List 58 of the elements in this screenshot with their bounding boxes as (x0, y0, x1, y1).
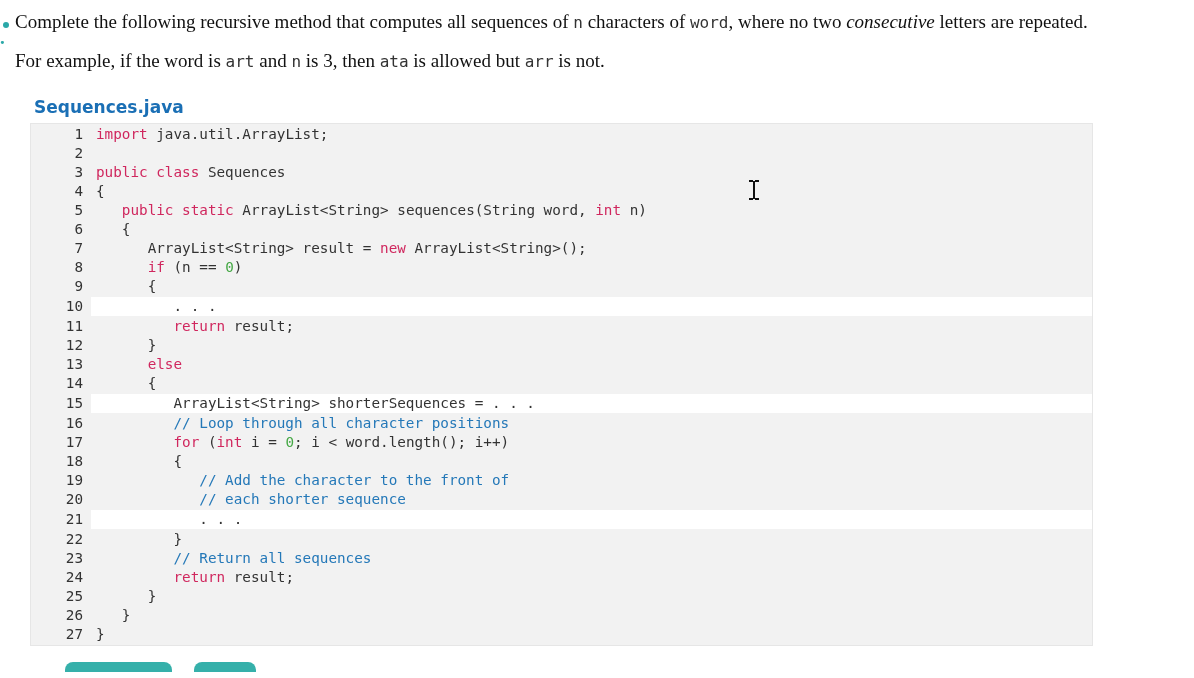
code-line: public class Sequences (95, 163, 286, 183)
line-number: 14 (64, 374, 83, 394)
line-number: 24 (64, 568, 83, 588)
line-number: 26 (64, 606, 83, 626)
code-line: import java.util.ArrayList; (95, 125, 329, 145)
code-line: { (146, 277, 157, 297)
code-line: { (172, 452, 183, 472)
line-number: 1 (73, 125, 83, 145)
question-text: Complete the following recursive method that computes all sequences of n characters of word, where no two consecutive letters are repeated. (15, 10, 1089, 34)
line-number: 7 (73, 239, 83, 259)
code-line: if (n == 0) (146, 258, 243, 278)
question-number: . (0, 28, 5, 47)
code-line: { (95, 182, 105, 202)
code-line: public static ArrayList<String> sequences(String word, int n) (120, 201, 647, 221)
line-number: 18 (64, 452, 83, 472)
bullet-icon (3, 22, 9, 28)
line-number: 17 (64, 433, 83, 453)
line-number: 25 (64, 587, 83, 607)
line-number: 9 (73, 277, 83, 297)
line-number: 11 (64, 317, 83, 337)
line-number: 6 (73, 220, 83, 240)
action-button[interactable] (65, 662, 172, 673)
code-line: } (95, 625, 105, 645)
line-number: 21 (64, 510, 83, 530)
example-text: For example, if the word is art and n is 3, then ata is allowed but arr is not. (15, 48, 606, 73)
line-number: 12 (64, 336, 83, 356)
line-number: 27 (64, 625, 83, 645)
line-number: 2 (73, 144, 83, 164)
line-number: 13 (64, 355, 83, 375)
code-line: ArrayList<String> result = new ArrayList<String>(); (146, 239, 587, 259)
line-number: 19 (64, 471, 83, 491)
text-cursor-icon (748, 180, 760, 200)
code-line: } (172, 530, 183, 550)
code-line: } (146, 336, 157, 356)
line-number: 22 (64, 530, 83, 550)
line-number: 3 (73, 163, 83, 183)
code-line: } (120, 606, 131, 626)
code-line: // Add the character to the front of (198, 471, 510, 491)
line-number: 4 (73, 182, 83, 202)
code-line: // each shorter sequence (198, 490, 406, 510)
line-number: 5 (73, 201, 83, 221)
code-line: return result; (172, 317, 294, 337)
code-line: for (int i = 0; i < word.length(); i++) (172, 433, 510, 453)
code-line: return result; (172, 568, 294, 588)
code-line: else (146, 355, 183, 375)
code-line: // Loop through all character positions (172, 414, 510, 434)
line-number: 15 (64, 394, 83, 414)
code-line: { (120, 220, 131, 240)
code-line: { (146, 374, 157, 394)
action-button[interactable] (194, 662, 256, 673)
line-number: 10 (64, 297, 83, 317)
line-number: 8 (73, 258, 83, 278)
line-number: 16 (64, 414, 83, 434)
code-line: } (146, 587, 157, 607)
code-line: // Return all sequences (172, 549, 372, 569)
line-number: 23 (64, 549, 83, 569)
file-name: Sequences.java (34, 97, 185, 118)
line-number: 20 (64, 490, 83, 510)
